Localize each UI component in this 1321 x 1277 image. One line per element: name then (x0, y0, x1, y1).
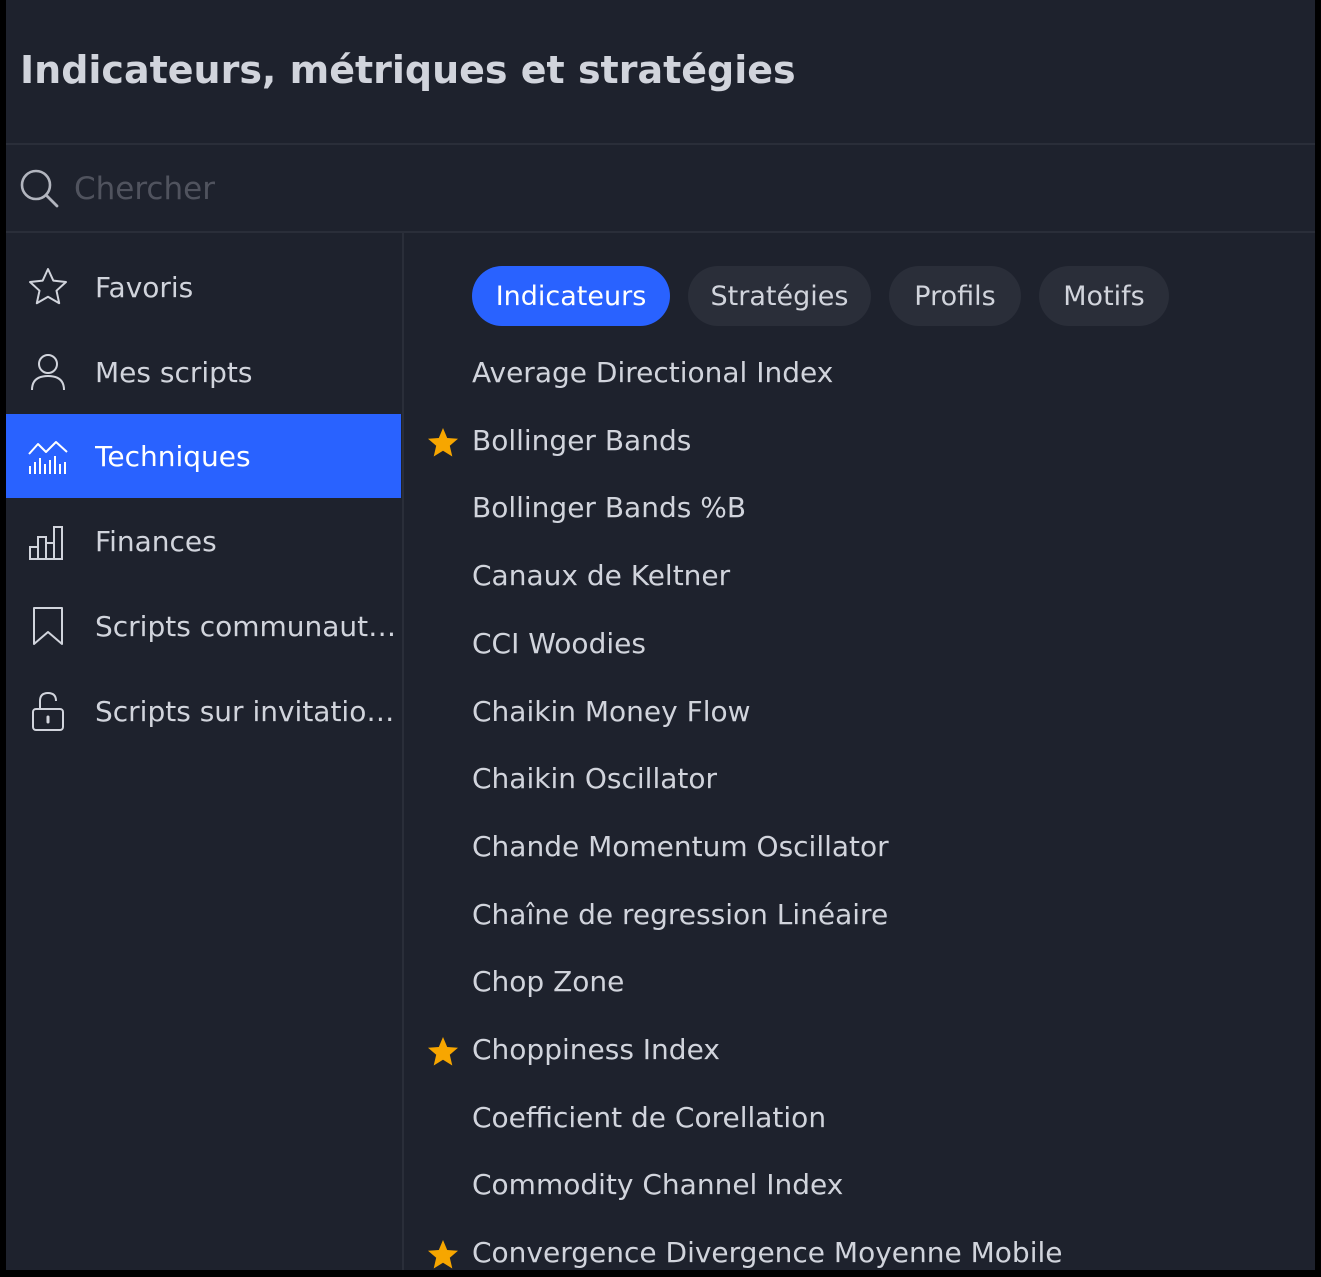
tab-bar: Indicateurs Stratégies Profils Motifs (472, 266, 1169, 326)
tab-indicateurs[interactable]: Indicateurs (472, 266, 670, 326)
indicator-name: Bollinger Bands %B (472, 491, 747, 524)
indicator-row[interactable]: Bollinger Bands %B (404, 475, 1315, 543)
indicator-name: Commodity Channel Index (472, 1168, 844, 1201)
indicator-row[interactable]: Chaikin Oscillator (404, 746, 1315, 814)
indicator-row[interactable]: CCI Woodies (404, 611, 1315, 679)
bar-chart-icon (29, 526, 63, 560)
search-bar (6, 145, 1315, 231)
dialog-title: Indicateurs, métriques et stratégies (20, 48, 796, 92)
favorite-star-icon[interactable] (426, 426, 460, 460)
bookmark-icon (33, 607, 63, 645)
indicator-name: Chande Momentum Oscillator (472, 830, 889, 863)
tab-strategies[interactable]: Stratégies (688, 266, 871, 326)
sidebar-item-favoris[interactable]: Favoris (6, 245, 401, 329)
indicator-row[interactable]: Chaîne de regression Linéaire (404, 882, 1315, 950)
category-sidebar: Favoris Mes scripts Techniques Finances … (6, 233, 402, 1270)
lock-icon (32, 691, 64, 731)
indicator-row[interactable]: Convergence Divergence Moyenne Mobile (404, 1220, 1315, 1270)
star-outline-icon (29, 268, 67, 305)
search-input[interactable] (74, 165, 1274, 213)
technical-chart-icon (28, 441, 68, 474)
favorite-star-icon[interactable] (426, 1035, 460, 1069)
sidebar-item-label: Scripts sur invitation uniquement (95, 694, 401, 728)
tab-profils[interactable]: Profils (889, 266, 1021, 326)
indicator-name: Canaux de Keltner (472, 559, 731, 592)
tab-motifs[interactable]: Motifs (1039, 266, 1169, 326)
indicator-row[interactable]: Commodity Channel Index (404, 1152, 1315, 1220)
indicator-row[interactable]: Bollinger Bands (404, 408, 1315, 476)
indicator-row[interactable]: Choppiness Index (404, 1017, 1315, 1085)
indicator-row[interactable]: Chaikin Money Flow (404, 679, 1315, 747)
sidebar-item-mes-scripts[interactable]: Mes scripts (6, 330, 401, 414)
indicator-name: Chaîne de regression Linéaire (472, 898, 889, 931)
sidebar-item-scripts-sur-invitation[interactable]: Scripts sur invitation uniquement (6, 669, 401, 753)
indicator-name: Chaikin Money Flow (472, 695, 751, 728)
indicators-dialog: Indicateurs, métriques et stratégies Fav… (6, 0, 1315, 1270)
search-icon (20, 169, 59, 208)
sidebar-item-label: Mes scripts (95, 355, 253, 389)
indicator-name: CCI Woodies (472, 627, 646, 660)
indicator-row[interactable]: Average Directional Index (404, 340, 1315, 408)
indicator-row[interactable]: Chop Zone (404, 949, 1315, 1017)
sidebar-item-scripts-communautaires[interactable]: Scripts communautaires (6, 584, 401, 668)
indicator-name: Choppiness Index (472, 1033, 720, 1066)
indicator-row[interactable]: Coefficient de Corellation (404, 1085, 1315, 1153)
indicator-name: Chaikin Oscillator (472, 762, 718, 795)
sidebar-item-label: Finances (95, 524, 217, 558)
indicator-name: Bollinger Bands (472, 424, 692, 457)
indicator-name: Coefficient de Corellation (472, 1101, 827, 1134)
sidebar-item-label: Scripts communautaires (95, 609, 401, 643)
indicator-name: Convergence Divergence Moyenne Mobile (472, 1236, 1063, 1269)
indicator-name: Average Directional Index (472, 356, 834, 389)
favorite-star-icon[interactable] (426, 1238, 460, 1270)
user-icon (31, 354, 65, 391)
indicator-name: Chop Zone (472, 965, 625, 998)
indicator-row[interactable]: Chande Momentum Oscillator (404, 814, 1315, 882)
sidebar-item-finances[interactable]: Finances (6, 499, 401, 583)
indicator-row[interactable]: Canaux de Keltner (404, 543, 1315, 611)
sidebar-item-label: Techniques (95, 439, 251, 473)
sidebar-item-techniques[interactable]: Techniques (6, 414, 401, 498)
sidebar-item-label: Favoris (95, 270, 194, 304)
